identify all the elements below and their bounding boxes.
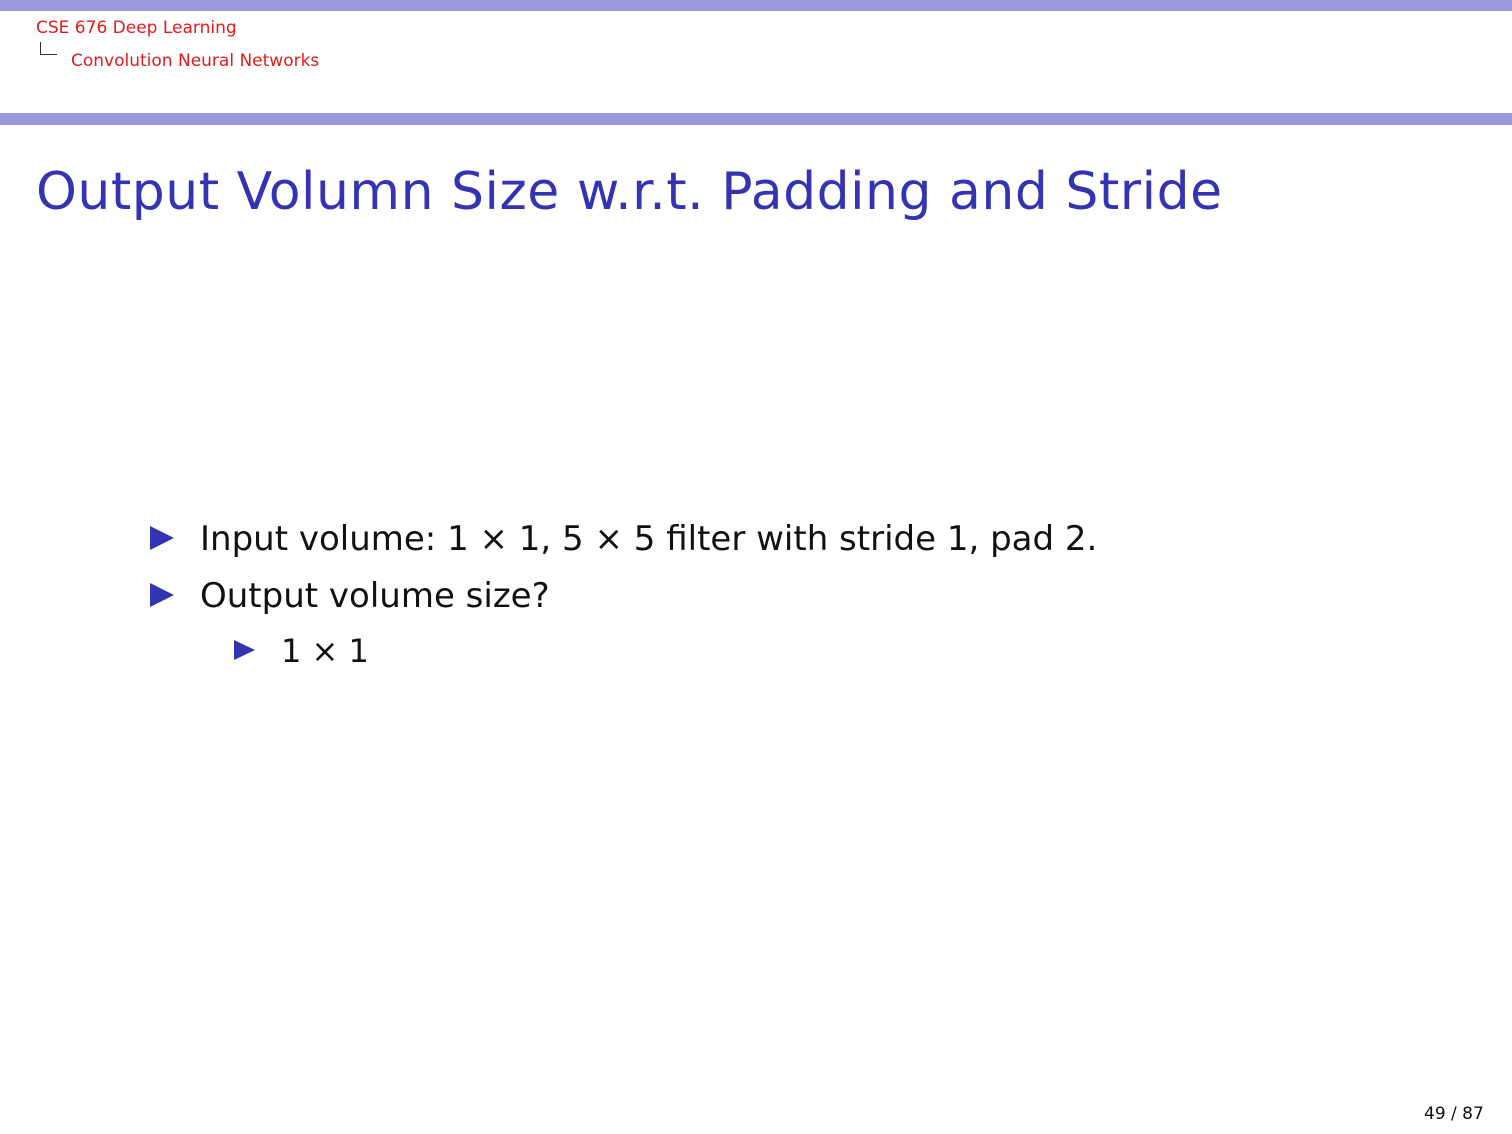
list-item: Input volume: 1 × 1, 5 × 5 filter with s… (150, 519, 1097, 559)
sub-list-item: 1 × 1 (234, 632, 369, 670)
breadcrumb-course[interactable]: CSE 676 Deep Learning (36, 18, 237, 38)
list-item-text: Output volume size? (200, 576, 550, 616)
breadcrumb: CSE 676 Deep Learning Convolution Neural… (0, 0, 1512, 113)
list-item-text: Input volume: 1 × 1, 5 × 5 filter with s… (200, 519, 1098, 559)
page-number: 49 / 87 (1424, 1104, 1484, 1124)
tree-branch-icon (40, 42, 57, 55)
triangle-right-icon (150, 582, 174, 607)
page-title: Output Volumn Size w.r.t. Padding and St… (36, 162, 1223, 222)
list-item: Output volume size? (150, 576, 550, 616)
triangle-right-icon (150, 525, 174, 550)
breadcrumb-section[interactable]: Convolution Neural Networks (71, 51, 319, 71)
header-bottom-bar (0, 113, 1512, 125)
triangle-right-icon (234, 640, 255, 660)
sub-list-item-text: 1 × 1 (281, 632, 369, 670)
